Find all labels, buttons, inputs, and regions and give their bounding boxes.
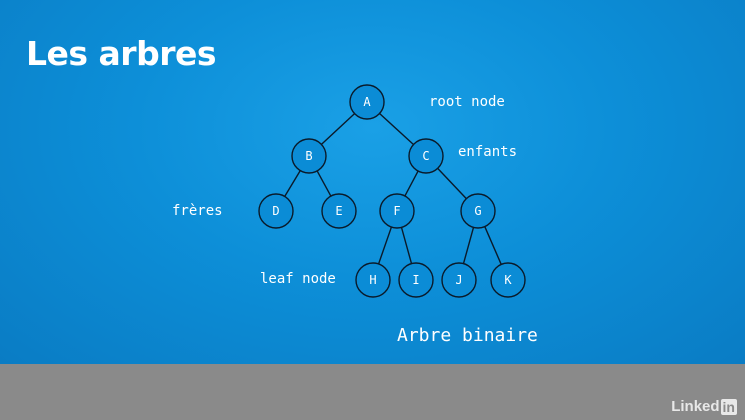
node-label-I: I bbox=[412, 273, 419, 287]
node-label-D: D bbox=[272, 204, 279, 218]
tree-node-G: G bbox=[460, 193, 496, 229]
tree-node-H: H bbox=[355, 262, 391, 298]
tree-node-I: I bbox=[398, 262, 434, 298]
node-label-F: F bbox=[393, 204, 400, 218]
edge-F-I bbox=[400, 227, 413, 264]
tree-node-C: C bbox=[408, 138, 444, 174]
annotation-children: enfants bbox=[458, 144, 518, 160]
node-label-C: C bbox=[422, 149, 429, 163]
node-label-K: K bbox=[504, 273, 512, 287]
edge-G-J bbox=[462, 227, 475, 264]
slide-area: Les arbres ABCDEFGHIJK root node enfants… bbox=[0, 0, 745, 364]
node-label-G: G bbox=[474, 204, 481, 218]
logo-in-box: in bbox=[720, 398, 737, 415]
annotation-root-node: root node bbox=[429, 94, 505, 110]
tree-node-A: A bbox=[349, 84, 385, 120]
linkedin-logo: Linked in bbox=[671, 398, 737, 415]
node-label-J: J bbox=[455, 273, 462, 287]
bottom-bar: Linked in bbox=[0, 364, 745, 420]
tree-node-J: J bbox=[441, 262, 477, 298]
annotation-siblings: frères bbox=[172, 203, 223, 219]
tree-node-D: D bbox=[258, 193, 294, 229]
edge-G-K bbox=[484, 226, 502, 265]
edge-B-E bbox=[316, 170, 332, 197]
node-label-A: A bbox=[363, 95, 371, 109]
logo-word: Linked bbox=[671, 398, 720, 415]
annotation-leaf-node: leaf node bbox=[260, 271, 336, 287]
binary-tree-diagram: A B C D E F G H I J K bbox=[258, 84, 526, 298]
edge-B-D bbox=[284, 170, 301, 197]
node-label-E: E bbox=[335, 204, 342, 218]
diagram-caption: Arbre binaire bbox=[397, 325, 538, 346]
edge-A-B bbox=[320, 113, 356, 145]
edge-C-F bbox=[404, 170, 419, 197]
edge-C-G bbox=[437, 167, 467, 200]
tree-node-F: F bbox=[379, 193, 415, 229]
edge-A-C bbox=[379, 112, 414, 146]
tree-node-B: B bbox=[291, 138, 327, 174]
node-label-B: B bbox=[305, 149, 312, 163]
tree-node-K: K bbox=[490, 262, 526, 298]
edge-F-H bbox=[377, 226, 393, 265]
node-label-H: H bbox=[369, 273, 376, 287]
tree-node-E: E bbox=[321, 193, 357, 229]
